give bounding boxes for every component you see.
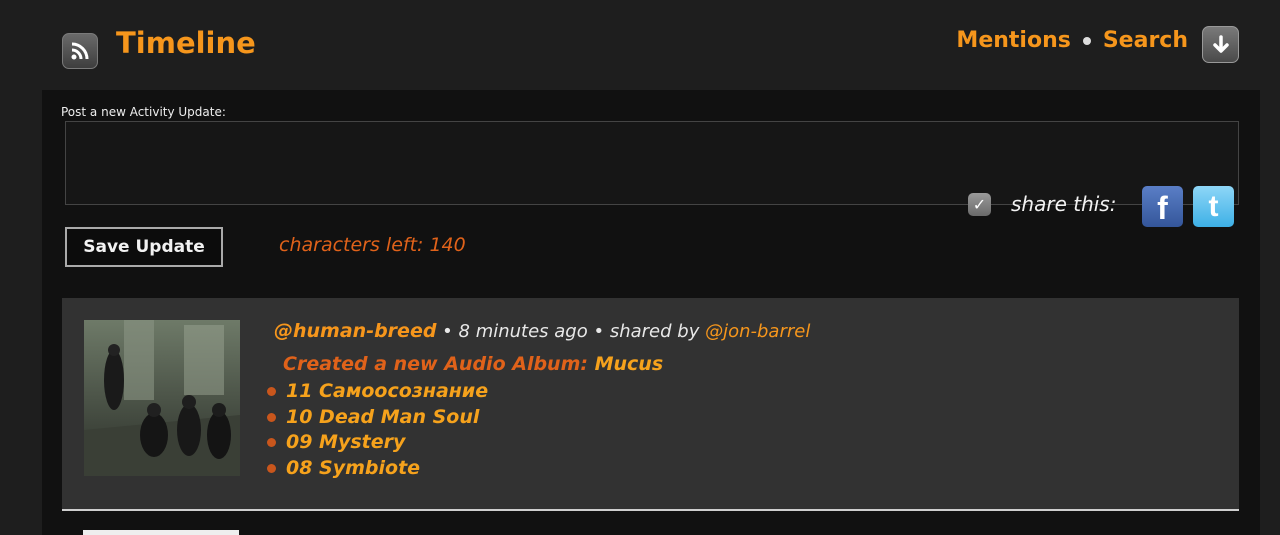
action-text: Created a new Audio Album:	[283, 353, 588, 375]
twitter-share-button[interactable]: t	[1193, 186, 1234, 227]
list-item[interactable]: 11 Самоосознание	[267, 379, 488, 405]
activity-action: Created a new Audio Album: Mucus	[283, 353, 663, 375]
nav-separator-dot	[1082, 36, 1091, 45]
twitter-icon: t	[1208, 189, 1219, 223]
rss-icon	[71, 42, 89, 60]
bullet-icon	[267, 387, 276, 396]
album-cover-image	[84, 320, 240, 476]
save-update-button[interactable]: Save Update	[65, 227, 223, 267]
bullet-icon	[267, 412, 276, 422]
characters-left-counter: characters left: 140	[279, 234, 466, 256]
track-title[interactable]: 09 Mystery	[286, 431, 405, 453]
post-update-label: Post a new Activity Update:	[61, 105, 226, 119]
meta-separator: •	[442, 321, 459, 342]
page-title: Timeline	[116, 26, 256, 60]
album-cover-thumbnail[interactable]	[84, 320, 240, 476]
bullet-icon	[267, 438, 276, 448]
track-title[interactable]: 10 Dead Man Soul	[286, 406, 479, 428]
download-button[interactable]	[1202, 26, 1239, 63]
search-link[interactable]: Search	[1103, 28, 1188, 53]
list-item[interactable]: 08 Symbiote	[267, 456, 488, 482]
activity-time: 8 minutes ago	[458, 321, 588, 342]
activity-user-link[interactable]: @human-breed	[274, 320, 436, 342]
mentions-link[interactable]: Mentions	[956, 28, 1070, 53]
list-item[interactable]: 10 Dead Man Soul	[267, 405, 488, 431]
arrow-down-icon	[1212, 34, 1229, 53]
bullet-icon	[267, 464, 276, 474]
track-title[interactable]: 11 Самоосознание	[286, 380, 488, 402]
header-nav: Mentions Search	[956, 28, 1188, 53]
track-list: 11 Самоосознание 10 Dead Man Soul 09 Mys…	[267, 379, 488, 482]
page-header: Timeline Mentions Search	[0, 0, 1280, 90]
track-title[interactable]: 08 Symbiote	[286, 457, 420, 479]
rss-feed-button[interactable]	[62, 33, 98, 69]
facebook-share-button[interactable]: f	[1142, 186, 1183, 227]
share-checkbox[interactable]: ✓	[968, 193, 991, 216]
share-label: share this:	[1011, 192, 1117, 216]
activity-divider	[62, 509, 1239, 511]
meta-separator: •	[593, 321, 610, 342]
album-link[interactable]: Mucus	[595, 353, 664, 375]
shared-by-user-link[interactable]: @jon-barrel	[705, 321, 810, 342]
next-activity-thumbnail[interactable]	[83, 530, 239, 535]
activity-meta: @human-breed • 8 minutes ago • shared by…	[274, 320, 810, 342]
checkmark-icon: ✓	[972, 195, 987, 214]
activity-item: @human-breed • 8 minutes ago • shared by…	[62, 298, 1239, 510]
list-item[interactable]: 09 Mystery	[267, 430, 488, 456]
facebook-icon: f	[1157, 190, 1168, 226]
shared-by-prefix: shared by	[609, 321, 700, 342]
